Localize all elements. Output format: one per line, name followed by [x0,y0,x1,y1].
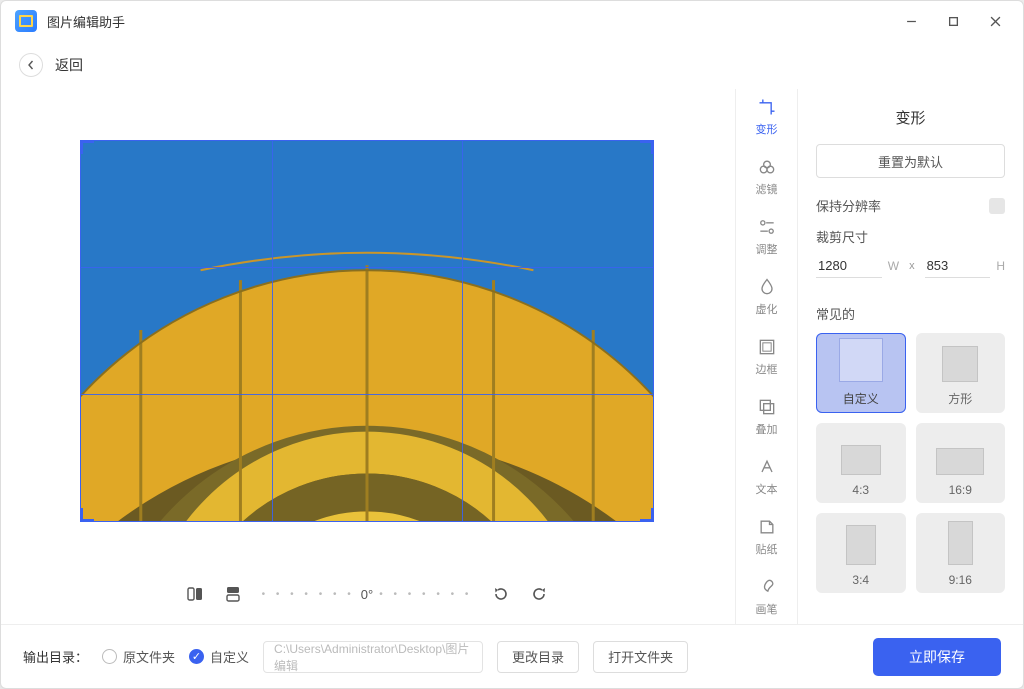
tool-brush[interactable]: 画笔 [736,575,797,619]
height-input[interactable] [925,254,991,278]
tool-filter[interactable]: 滤镜 [736,155,797,199]
open-folder-button[interactable]: 打开文件夹 [593,641,688,673]
side-panel: 变形 重置为默认 保持分辨率 裁剪尺寸 W x H 常见的 自定义 方形 4:3… [797,89,1023,624]
app-title: 图片编辑助手 [47,12,125,31]
close-button[interactable] [975,7,1015,35]
back-label: 返回 [55,55,83,75]
preset-9-16[interactable]: 9:16 [916,513,1006,593]
tool-sticker[interactable]: 贴纸 [736,515,797,559]
grid-line [462,141,463,521]
crop-handle-tl[interactable] [80,140,96,156]
tool-transform[interactable]: 变形 [736,95,797,139]
save-button[interactable]: 立即保存 [873,638,1001,676]
slider-dots: • • • • • • • [379,589,472,600]
change-folder-button[interactable]: 更改目录 [497,641,579,673]
minimize-button[interactable] [891,7,931,35]
rotation-value: 0° [361,587,373,602]
body: • • • • • • • 0° • • • • • • • 变形 滤镜 调整 … [1,89,1023,624]
radio-original-folder[interactable]: 原文件夹 [102,647,175,666]
common-presets-label: 常见的 [816,304,1005,323]
preset-custom[interactable]: 自定义 [816,333,906,413]
canvas-box [29,89,705,572]
rotation-slider[interactable]: • • • • • • • 0° • • • • • • • [262,587,473,602]
panel-title: 变形 [816,101,1005,144]
tool-text[interactable]: 文本 [736,455,797,499]
keep-resolution-row: 保持分辨率 [816,196,1005,215]
tool-blur[interactable]: 虚化 [736,275,797,319]
header-row: 返回 [1,41,1023,89]
grid-line [81,394,653,395]
app-logo-icon [15,10,37,32]
width-unit: W [888,259,899,273]
rotate-toolbar: • • • • • • • 0° • • • • • • • [29,572,705,616]
app-window: 图片编辑助手 返回 [0,0,1024,689]
crop-handle-bl[interactable] [80,506,96,522]
tool-overlay[interactable]: 叠加 [736,395,797,439]
preset-grid: 自定义 方形 4:3 16:9 3:4 9:16 [816,333,1005,593]
rotate-left-icon[interactable] [492,585,510,603]
flip-horizontal-icon[interactable] [186,585,204,603]
dimension-separator: x [909,260,915,272]
canvas-area: • • • • • • • 0° • • • • • • • [1,89,735,624]
preset-16-9[interactable]: 16:9 [916,423,1006,503]
tool-adjust[interactable]: 调整 [736,215,797,259]
flip-vertical-icon[interactable] [224,585,242,603]
width-input[interactable] [816,254,882,278]
slider-dots: • • • • • • • [262,589,355,600]
window-controls [891,7,1015,35]
keep-resolution-checkbox[interactable] [989,198,1005,214]
grid-line [81,267,653,268]
crop-handle-br[interactable] [638,506,654,522]
height-unit: H [996,259,1005,273]
image-preview [81,141,653,521]
crop-handle-tr[interactable] [638,140,654,156]
preset-3-4[interactable]: 3:4 [816,513,906,593]
preset-4-3[interactable]: 4:3 [816,423,906,503]
maximize-button[interactable] [933,7,973,35]
reset-button[interactable]: 重置为默认 [816,144,1005,178]
preset-square[interactable]: 方形 [916,333,1006,413]
rotate-right-icon[interactable] [530,585,548,603]
grid-line [272,141,273,521]
output-path: C:\Users\Administrator\Desktop\图片编辑 [263,641,483,673]
crop-frame[interactable] [80,140,654,522]
output-label: 输出目录： [23,647,88,666]
crop-size-label: 裁剪尺寸 [816,227,1005,246]
radio-custom-folder[interactable]: 自定义 [189,647,249,666]
tool-border[interactable]: 边框 [736,335,797,379]
footer: 输出目录： 原文件夹 自定义 C:\Users\Administrator\De… [1,624,1023,688]
back-button[interactable] [19,53,43,77]
tool-strip: 变形 滤镜 调整 虚化 边框 叠加 文本 贴纸 画笔 [735,89,797,624]
titlebar: 图片编辑助手 [1,1,1023,41]
keep-resolution-label: 保持分辨率 [816,196,881,215]
crop-size-row: W x H [816,254,1005,278]
